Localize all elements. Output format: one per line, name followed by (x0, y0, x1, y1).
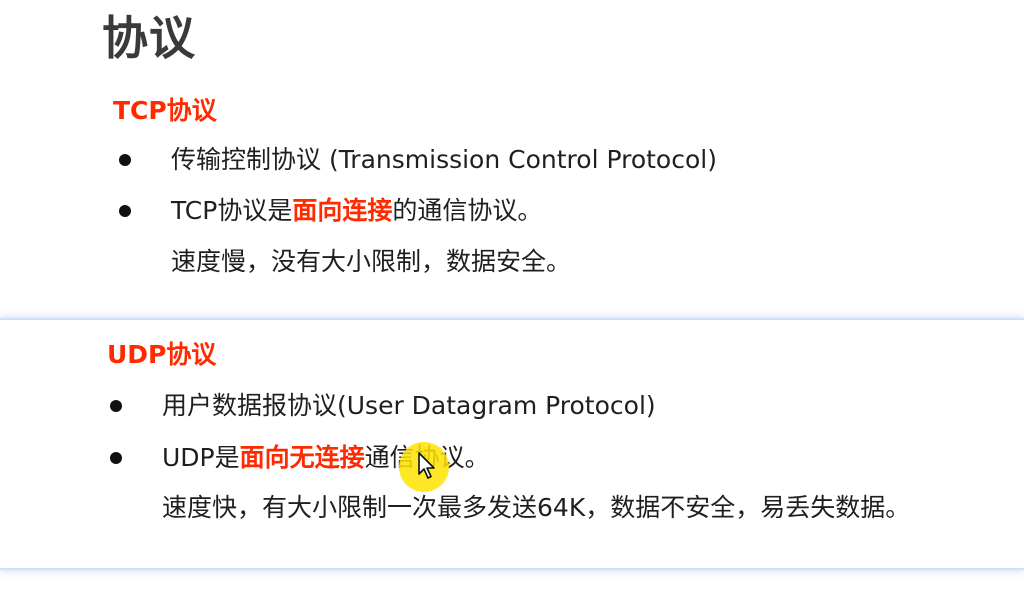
tcp-heading: TCP协议 (113, 96, 217, 125)
udp-note: 速度快，有大小限制一次最多发送64K，数据不安全，易丢失数据。 (162, 493, 911, 522)
tcp-bullet-item-1: 传输控制协议 (Transmission Control Protocol) (119, 140, 717, 180)
slide-page: 协议 TCP协议 传输控制协议 (Transmission Control Pr… (0, 0, 1024, 592)
tcp-bullet-item-2: TCP协议是 面向连接 的通信协议。 (119, 191, 542, 231)
tcp-item-1-text: 传输控制协议 (Transmission Control Protocol) (171, 145, 717, 174)
udp-bullet-item-2: UDP是 面向无连接 通信协议。 (110, 438, 490, 478)
udp-item-2-suffix: 通信协议。 (364, 443, 490, 472)
tcp-section: TCP协议 传输控制协议 (Transmission Control Proto… (0, 86, 1024, 312)
udp-item-2-prefix: UDP是 (162, 443, 240, 472)
bullet-icon (110, 400, 122, 412)
tcp-item-2-prefix: TCP协议是 (171, 196, 293, 225)
udp-bullet-item-1: 用户数据报协议(User Datagram Protocol) (110, 386, 656, 426)
udp-section: UDP协议 用户数据报协议(User Datagram Protocol) UD… (0, 318, 1024, 570)
udp-item-2-highlight: 面向无连接 (239, 443, 365, 472)
tcp-item-2-suffix: 的通信协议。 (392, 196, 543, 225)
udp-item-1-text: 用户数据报协议(User Datagram Protocol) (162, 391, 656, 420)
bullet-icon (119, 205, 131, 217)
tcp-note: 速度慢，没有大小限制，数据安全。 (171, 247, 572, 276)
tcp-item-2-highlight: 面向连接 (292, 196, 393, 225)
udp-heading: UDP协议 (107, 340, 217, 369)
bullet-icon (119, 154, 131, 166)
bullet-icon (110, 452, 122, 464)
page-title: 协议 (102, 11, 196, 65)
